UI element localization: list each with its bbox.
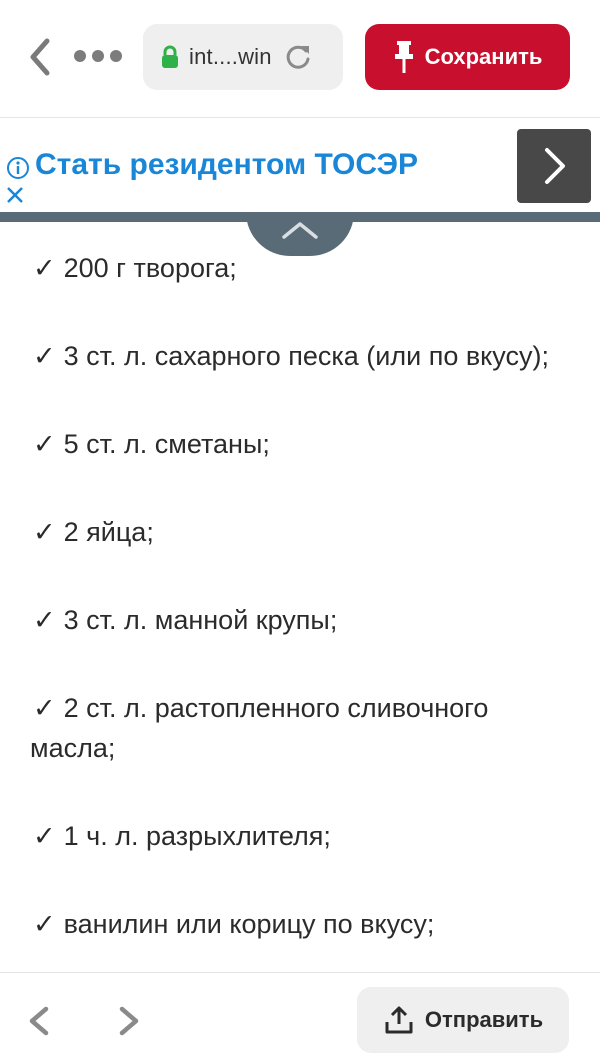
- list-item-text: 5 ст. л. сметаны;: [63, 429, 270, 459]
- share-icon: [385, 1006, 413, 1034]
- ad-open-button[interactable]: [517, 129, 591, 203]
- list-item: ✓ 5 ст. л. сметаны;: [30, 424, 590, 464]
- checkmark-icon: ✓: [33, 253, 56, 283]
- browser-toolbar: int....win Сохранить: [0, 0, 600, 118]
- lock-icon: [162, 45, 178, 68]
- info-icon[interactable]: [6, 156, 30, 180]
- chevron-left-icon: [30, 38, 50, 76]
- reload-icon[interactable]: [284, 43, 312, 71]
- pin-icon: [394, 41, 413, 73]
- more-menu-button[interactable]: [74, 50, 122, 62]
- send-button[interactable]: Отправить: [357, 987, 569, 1053]
- list-item: ✓ 3 ст. л. манной крупы;: [30, 600, 590, 640]
- save-button[interactable]: Сохранить: [365, 24, 570, 90]
- list-item: ✓ 1 ч. л. разрыхлителя;: [30, 816, 590, 856]
- close-icon[interactable]: [5, 185, 25, 205]
- checkmark-icon: ✓: [33, 821, 56, 851]
- checkmark-icon: ✓: [33, 693, 56, 723]
- list-item-text: 2 ст. л. растопленного сливочного масла;: [30, 693, 489, 763]
- dot-icon: [92, 50, 104, 62]
- list-item: ✓ 200 г творога;: [30, 248, 590, 288]
- list-item-text: 2 яйца;: [63, 517, 154, 547]
- list-item: ✓ 3 ст. л. сахарного песка (или по вкусу)…: [30, 336, 590, 376]
- checkmark-icon: ✓: [33, 429, 56, 459]
- chevron-right-icon: [545, 148, 565, 184]
- url-text: int....win: [189, 44, 272, 69]
- checkmark-icon: ✓: [33, 909, 56, 939]
- dot-icon: [110, 50, 122, 62]
- list-item-text: 1 ч. л. разрыхлителя;: [63, 821, 331, 851]
- ad-title[interactable]: Стать резидентом ТОСЭР: [35, 148, 418, 182]
- checkmark-icon: ✓: [33, 605, 56, 635]
- list-item-text: 3 ст. л. сахарного песка (или по вкусу);: [63, 341, 549, 371]
- list-item: ✓ ванилин или корицу по вкусу;: [30, 904, 590, 944]
- checkmark-icon: ✓: [33, 517, 56, 547]
- send-button-label: Отправить: [424, 1007, 544, 1032]
- bottom-toolbar: Отправить: [0, 972, 600, 1063]
- list-item: ✓ 2 яйца;: [30, 512, 590, 552]
- chevron-up-icon: [282, 222, 318, 239]
- save-button-label: Сохранить: [424, 44, 543, 69]
- list-item-text: 200 г творога;: [63, 253, 237, 283]
- list-item-text: 3 ст. л. манной крупы;: [63, 605, 338, 635]
- back-button[interactable]: [22, 36, 58, 78]
- address-bar[interactable]: int....win: [143, 24, 343, 90]
- list-item: ✓ 2 ст. л. растопленного сливочного масла…: [30, 688, 530, 768]
- chevron-right-icon[interactable]: [114, 1003, 144, 1039]
- chevron-left-icon[interactable]: [24, 1003, 54, 1039]
- checkmark-icon: ✓: [33, 341, 56, 371]
- list-item-text: ванилин или корицу по вкусу;: [63, 909, 435, 939]
- dot-icon: [74, 50, 86, 62]
